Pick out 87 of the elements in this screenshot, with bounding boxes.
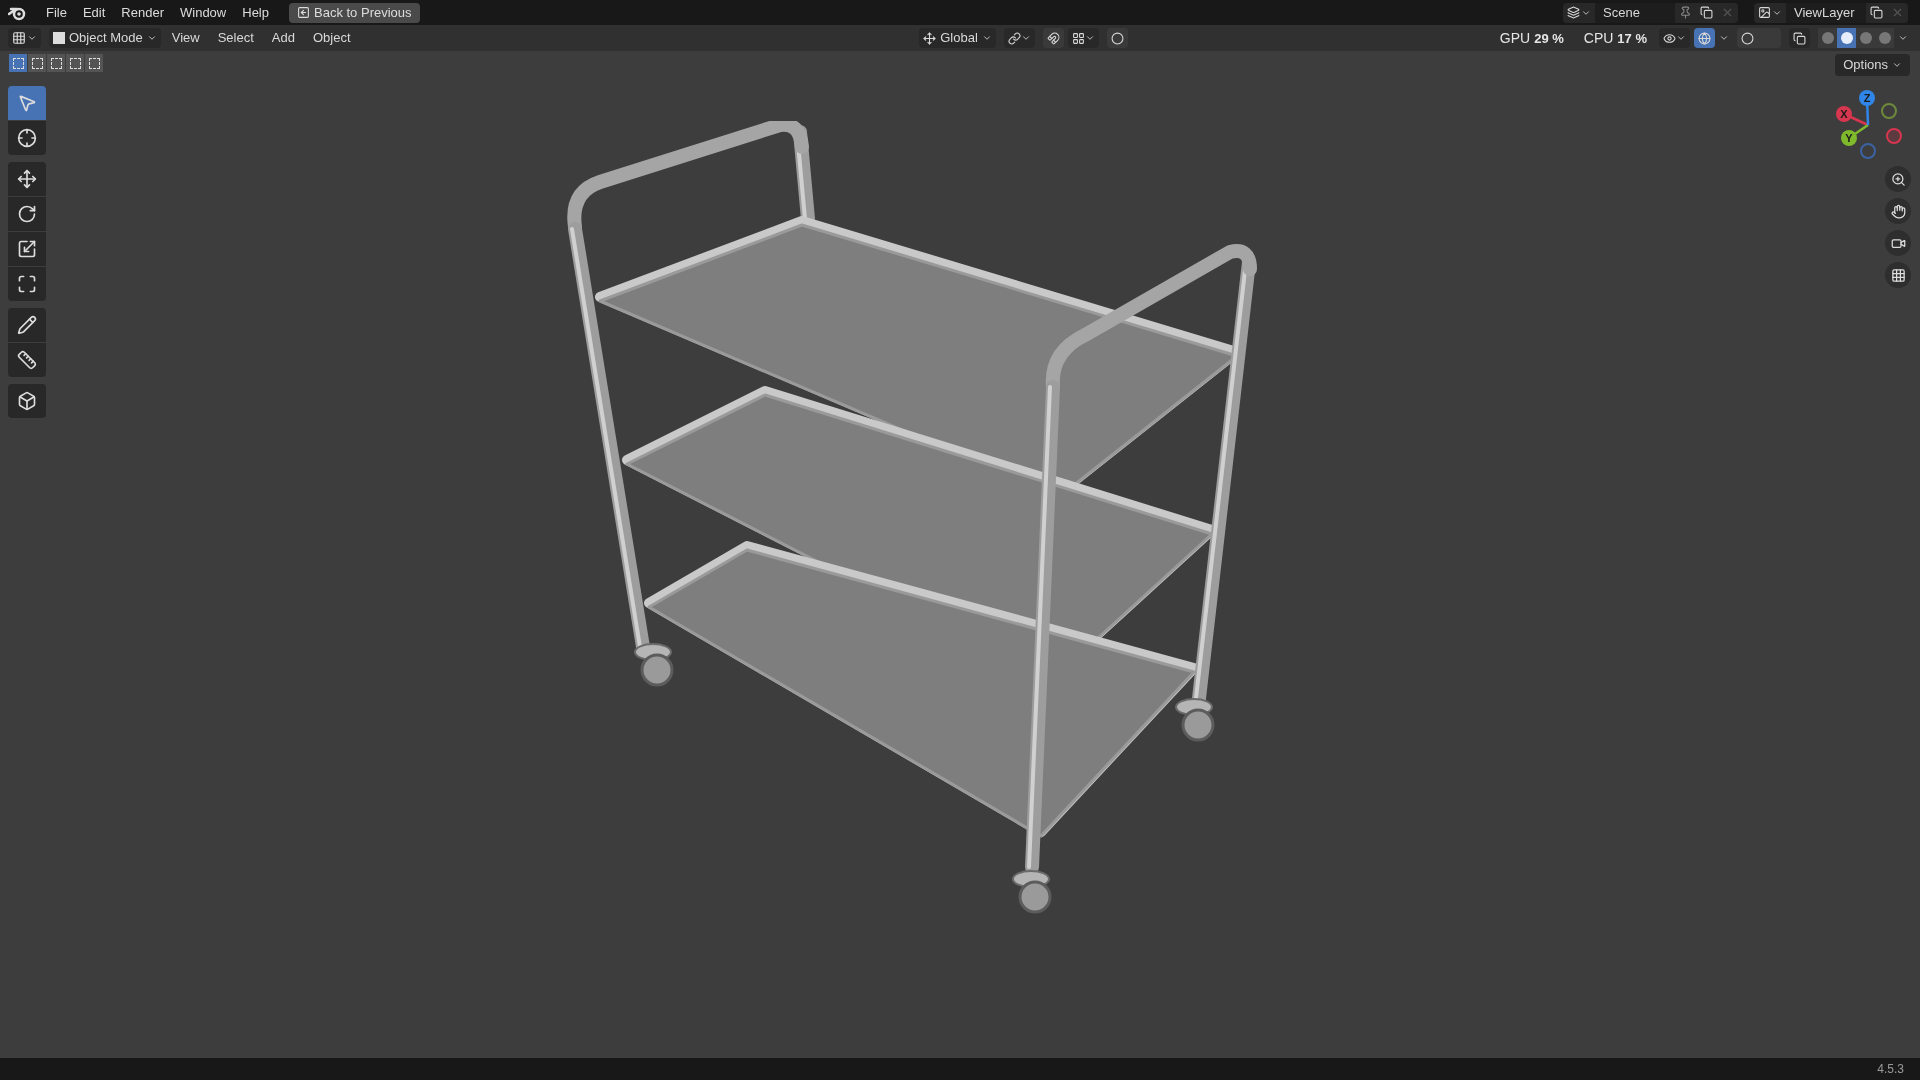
chevron-icon <box>1892 60 1902 70</box>
chevron-icon[interactable] <box>1719 33 1729 43</box>
circle-icon <box>1110 31 1124 45</box>
axis-handle[interactable] <box>1841 123 1869 146</box>
header-menu-item[interactable]: Add <box>264 28 302 48</box>
shading-button[interactable] <box>1875 28 1894 48</box>
cpu-label: CPU <box>1583 30 1614 45</box>
chevron-icon <box>981 33 992 43</box>
menu-item[interactable]: File <box>38 0 75 25</box>
select-mode-button[interactable] <box>47 54 65 72</box>
snap-button[interactable] <box>1042 28 1064 48</box>
gpu-value: 29 % <box>1534 31 1564 46</box>
menu-item[interactable]: Help <box>234 0 277 25</box>
eye-icon <box>1663 31 1676 45</box>
overlay-button[interactable] <box>1737 28 1781 48</box>
gizmo-toggle[interactable] <box>1694 28 1715 48</box>
axis-label: Z <box>1863 92 1871 104</box>
back-icon <box>297 6 310 19</box>
editor-type-button[interactable] <box>8 28 41 48</box>
header-menu-item[interactable]: Object <box>305 28 358 48</box>
scene-field[interactable]: Scene <box>1595 2 1675 23</box>
measure-tool[interactable] <box>8 343 46 377</box>
xray-button[interactable] <box>1789 28 1810 48</box>
copy-icon[interactable] <box>1870 6 1883 19</box>
camera-icon[interactable] <box>1885 230 1911 256</box>
measure-icon <box>17 350 37 370</box>
back-button[interactable]: Back to Previous <box>289 2 420 23</box>
annotate-tool[interactable] <box>8 308 46 342</box>
select-box-tool[interactable] <box>8 86 46 120</box>
object-mode-icon <box>53 32 65 44</box>
version-text: 4.5.3 <box>1877 1061 1904 1078</box>
negative-axis-handle[interactable] <box>1860 143 1876 159</box>
hand-icon[interactable] <box>1885 198 1911 224</box>
header-menu-item[interactable]: View <box>164 28 207 48</box>
orientation-dropdown[interactable]: Global <box>919 28 996 48</box>
move-tool[interactable] <box>8 162 46 196</box>
menu-item[interactable]: Render <box>113 0 172 25</box>
cpu-value: 17 % <box>1617 31 1647 46</box>
shading-button[interactable] <box>1856 28 1875 48</box>
rotate-tool[interactable] <box>8 197 46 231</box>
axis-label: Y <box>1845 132 1853 144</box>
pin-icon[interactable] <box>1679 6 1692 19</box>
image-icon <box>1758 6 1771 19</box>
select-icon <box>17 93 37 113</box>
add-cube-tool[interactable] <box>8 384 46 418</box>
chevron-icon <box>1020 33 1031 43</box>
cursor-tool[interactable] <box>8 121 46 155</box>
chevron-icon <box>27 33 37 43</box>
move-icon <box>17 169 37 189</box>
gpu-label: GPU <box>1499 30 1531 45</box>
axis-handle[interactable] <box>1836 106 1869 127</box>
axis-handle[interactable] <box>1859 90 1875 126</box>
grid-icon <box>12 31 26 45</box>
chevron-icon <box>1084 33 1095 43</box>
zoom-icon[interactable] <box>1885 166 1911 192</box>
mode-dropdown[interactable]: Object Mode <box>49 28 161 48</box>
link-icon <box>1007 31 1021 45</box>
snap-target-button[interactable] <box>1067 28 1099 48</box>
rotate-icon <box>17 204 37 224</box>
select-mode-button[interactable] <box>85 54 103 72</box>
select-mode-button[interactable] <box>9 54 27 72</box>
transform-tool[interactable] <box>8 267 46 301</box>
header-menu-item[interactable]: Select <box>210 28 261 48</box>
scale-tool[interactable] <box>8 232 46 266</box>
negative-axis-handle[interactable] <box>1886 128 1902 144</box>
axis-label: X <box>1840 108 1848 120</box>
chevron-icon <box>146 33 157 43</box>
visibility-button[interactable] <box>1659 28 1690 48</box>
shading-button[interactable] <box>1837 28 1856 48</box>
shading-button[interactable] <box>1818 28 1837 48</box>
proportional-edit-button[interactable] <box>1106 28 1128 48</box>
pivot-button[interactable] <box>1003 28 1035 48</box>
grid-icon <box>1071 31 1085 45</box>
chevron-icon[interactable] <box>1898 33 1908 43</box>
magnet-icon <box>1046 31 1060 45</box>
menu-item[interactable]: Window <box>172 0 235 25</box>
scale-icon <box>17 239 37 259</box>
cursor-icon <box>17 128 37 148</box>
negative-axis-handle[interactable] <box>1881 103 1897 119</box>
grid-icon[interactable] <box>1885 262 1911 288</box>
copy-icon[interactable] <box>1700 6 1713 19</box>
select-mode-button[interactable] <box>66 54 84 72</box>
options-dropdown[interactable]: Options <box>1835 54 1910 76</box>
menu-item[interactable]: Edit <box>74 0 114 25</box>
select-mode-button[interactable] <box>28 54 46 72</box>
view-layer-field[interactable]: ViewLayer <box>1786 2 1866 23</box>
chevron-icon <box>1676 33 1686 43</box>
